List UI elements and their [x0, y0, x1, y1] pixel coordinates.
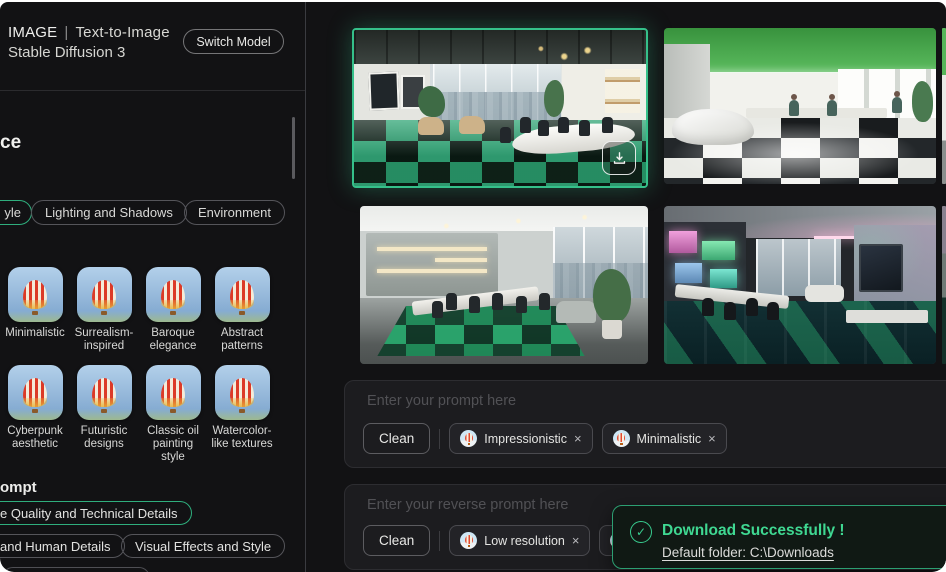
download-image-button[interactable] [602, 141, 636, 175]
controls-divider [439, 429, 440, 449]
model-name: Stable Diffusion 3 [8, 44, 125, 61]
style-option-watercolor-textures[interactable]: Watercolor-like textures [209, 365, 275, 451]
prompt-category-visual-effects[interactable]: Visual Effects and Style [121, 534, 285, 558]
switch-model-button[interactable]: Switch Model [183, 29, 284, 54]
style-option-minimalistic[interactable]: Minimalistic [2, 267, 68, 340]
generated-image-3[interactable] [360, 206, 648, 364]
tab-style[interactable]: yle [0, 200, 32, 225]
prompt-input[interactable] [365, 392, 789, 410]
tag-label: Impressionistic [484, 432, 567, 446]
balloon-thumbnail-icon [215, 267, 270, 322]
partial-image-sliver [942, 28, 946, 184]
style-option-abstract-patterns[interactable]: Abstract patterns [209, 267, 275, 353]
prompt-tag-minimalistic[interactable]: Minimalistic × [602, 423, 727, 454]
success-check-icon [630, 521, 652, 543]
clean-prompt-button[interactable]: Clean [363, 423, 430, 454]
balloon-thumbnail-icon [146, 365, 201, 420]
remove-tag-icon[interactable]: × [572, 534, 580, 547]
remove-tag-icon[interactable]: × [574, 432, 582, 445]
clean-reverse-prompt-button[interactable]: Clean [363, 525, 430, 556]
balloon-thumbnail-icon [8, 365, 63, 420]
style-option-label: Abstract patterns [209, 327, 275, 353]
breadcrumb-separator: | [64, 24, 68, 41]
app-label: IMAGE [8, 24, 57, 41]
app-surface: IMAGE | Text-to-Image Stable Diffusion 3 S… [0, 2, 946, 572]
generated-image-1[interactable] [352, 28, 648, 188]
tag-label: Minimalistic [637, 432, 702, 446]
style-option-surrealism-inspired[interactable]: Surrealism-inspired [71, 267, 137, 353]
generated-image-2[interactable] [664, 28, 936, 184]
sidebar-scrollbar[interactable] [292, 117, 295, 179]
style-option-futuristic-designs[interactable]: Futuristic designs [71, 365, 137, 451]
balloon-thumbnail-icon [146, 267, 201, 322]
mode-label: Text-to-Image [75, 24, 169, 41]
generated-image-4[interactable] [664, 206, 936, 364]
prompt-category-human-details[interactable]: and Human Details [0, 534, 125, 558]
style-option-classic-oil-painting[interactable]: Classic oil painting style [140, 365, 206, 464]
balloon-badge-icon [460, 532, 477, 549]
balloon-thumbnail-icon [215, 365, 270, 420]
balloon-thumbnail-icon [8, 267, 63, 322]
remove-tag-icon[interactable]: × [708, 432, 716, 445]
prompt-category-partial[interactable] [2, 567, 150, 572]
style-option-label: Classic oil painting style [140, 425, 206, 464]
tag-label: Low resolution [484, 534, 565, 548]
balloon-badge-icon [613, 430, 630, 447]
header-divider [0, 90, 305, 91]
tab-lighting-and-shadows[interactable]: Lighting and Shadows [31, 200, 187, 225]
breadcrumb: IMAGE | Text-to-Image [8, 24, 170, 41]
style-option-cyberpunk-aesthetic[interactable]: Cyberpunk aesthetic [2, 365, 68, 451]
prompt-tag-impressionistic[interactable]: Impressionistic × [449, 423, 592, 454]
panel-divider [305, 2, 306, 572]
style-option-label: Cyberpunk aesthetic [2, 425, 68, 451]
controls-divider [439, 531, 440, 551]
prompt-box[interactable]: Clean Impressionistic × Minimalistic × [344, 380, 946, 468]
style-option-label: Surrealism-inspired [71, 327, 137, 353]
style-option-label: Futuristic designs [71, 425, 137, 451]
tab-environment[interactable]: Environment [184, 200, 285, 225]
toast-title: Download Successfully ! [662, 522, 845, 540]
style-option-baroque-elegance[interactable]: Baroque elegance [140, 267, 206, 353]
balloon-badge-icon [460, 430, 477, 447]
balloon-thumbnail-icon [77, 365, 132, 420]
style-option-label: Minimalistic [2, 327, 68, 340]
style-option-label: Baroque elegance [140, 327, 206, 353]
prompt-section-heading: ompt [0, 479, 37, 496]
partial-image-sliver [942, 206, 946, 364]
download-icon [611, 150, 628, 167]
prompt-category-quality-details[interactable]: e Quality and Technical Details [0, 501, 192, 525]
app-window: IMAGE | Text-to-Image Stable Diffusion 3 S… [0, 0, 946, 572]
toast-folder-link[interactable]: Default folder: C:\Downloads [662, 545, 834, 560]
download-success-toast: Download Successfully ! Default folder: … [612, 505, 946, 569]
section-heading: ce [0, 132, 21, 154]
reverse-tag-low-resolution[interactable]: Low resolution × [449, 525, 590, 556]
balloon-thumbnail-icon [77, 267, 132, 322]
style-option-label: Watercolor-like textures [209, 425, 275, 451]
